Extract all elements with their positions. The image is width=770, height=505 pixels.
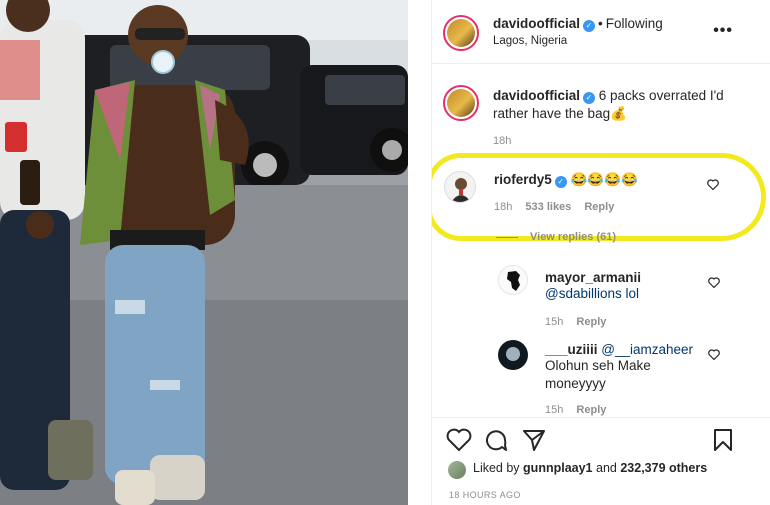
more-options-icon[interactable]: ••• [713, 22, 733, 40]
reply-time: 15h [545, 316, 564, 328]
liked-by-and: and [596, 461, 617, 475]
verified-icon: ✓ [554, 176, 567, 188]
caption: davidoofficial ✓ 6 packs overrated I'd ra… [493, 87, 733, 123]
reply-like-heart-icon[interactable] [708, 277, 720, 288]
reply-like-heart-icon[interactable] [708, 349, 720, 360]
verified-icon: ✓ [583, 92, 596, 104]
comment-likes[interactable]: 533 likes [525, 201, 571, 213]
share-direct-icon[interactable] [522, 428, 546, 452]
reply-username[interactable]: ___uziiii [545, 342, 598, 357]
reply-avatar[interactable] [498, 340, 528, 370]
comments-list: davidoofficial ✓ 6 packs overrated I'd ra… [432, 65, 770, 417]
reply-username[interactable]: mayor_armanii [545, 270, 641, 285]
reply-avatar[interactable] [498, 265, 528, 295]
author-avatar[interactable] [443, 15, 479, 51]
liked-by-user[interactable]: gunnplaay1 [523, 461, 592, 475]
post-panel: davidoofficial ✓ • Following Lagos, Nigeria… [431, 0, 770, 505]
view-replies-label: View replies (61) [530, 231, 617, 243]
reply-reply-button[interactable]: Reply [576, 404, 606, 416]
reply-meta: 15h Reply [545, 316, 606, 328]
comment-row: rioferdy5 ✓ 😂😂😂😂 [494, 171, 638, 189]
header-title-row: davidoofficial ✓ • Following [493, 15, 663, 33]
caption-author[interactable]: davidoofficial [493, 88, 580, 103]
post-time[interactable]: 18 HOURS AGO [449, 490, 521, 500]
reply-reply-button[interactable]: Reply [576, 316, 606, 328]
following-button[interactable]: Following [606, 16, 663, 31]
divider-line [496, 236, 518, 238]
location-link[interactable]: Lagos, Nigeria [493, 35, 567, 47]
caption-avatar[interactable] [443, 85, 479, 121]
save-bookmark-icon[interactable] [712, 428, 734, 452]
reply-text: Olohun seh Make moneyyyy [545, 358, 651, 391]
comment-avatar[interactable] [444, 171, 476, 203]
liked-by-row: Liked by gunnplaay1 and 232,379 others [473, 461, 707, 475]
comment-author[interactable]: rioferdy5 [494, 172, 552, 187]
comment-text: 😂😂😂😂 [570, 172, 638, 187]
liker-avatar[interactable] [448, 461, 466, 479]
author-username[interactable]: davidoofficial [493, 16, 580, 31]
separator-dot: • [598, 16, 603, 31]
post-photo [0, 0, 408, 505]
reply-mention-text[interactable]: @sdabillions lol [545, 285, 639, 303]
reply-time: 15h [545, 404, 564, 416]
comment-time: 18h [494, 201, 513, 213]
comment-bubble-icon[interactable] [484, 428, 508, 452]
reply-meta: 15h Reply [545, 404, 606, 416]
caption-time: 18h [493, 135, 512, 147]
liked-by-prefix: Liked by [473, 461, 520, 475]
liked-by-others[interactable]: 232,379 others [620, 461, 707, 475]
verified-icon: ✓ [583, 20, 596, 32]
post-actions: Liked by gunnplaay1 and 232,379 others 1… [432, 417, 770, 505]
view-replies-button[interactable]: View replies (61) [496, 231, 616, 243]
comment-reply-button[interactable]: Reply [584, 201, 614, 213]
like-heart-icon[interactable] [446, 428, 472, 452]
yellow-highlight-marker [432, 153, 766, 241]
comment-like-heart-icon[interactable] [707, 179, 719, 190]
reply-mention[interactable]: @__iamzaheer [601, 342, 693, 357]
post-header: davidoofficial ✓ • Following Lagos, Nigeria… [432, 0, 770, 64]
comment-meta: 18h 533 likes Reply [494, 201, 614, 213]
